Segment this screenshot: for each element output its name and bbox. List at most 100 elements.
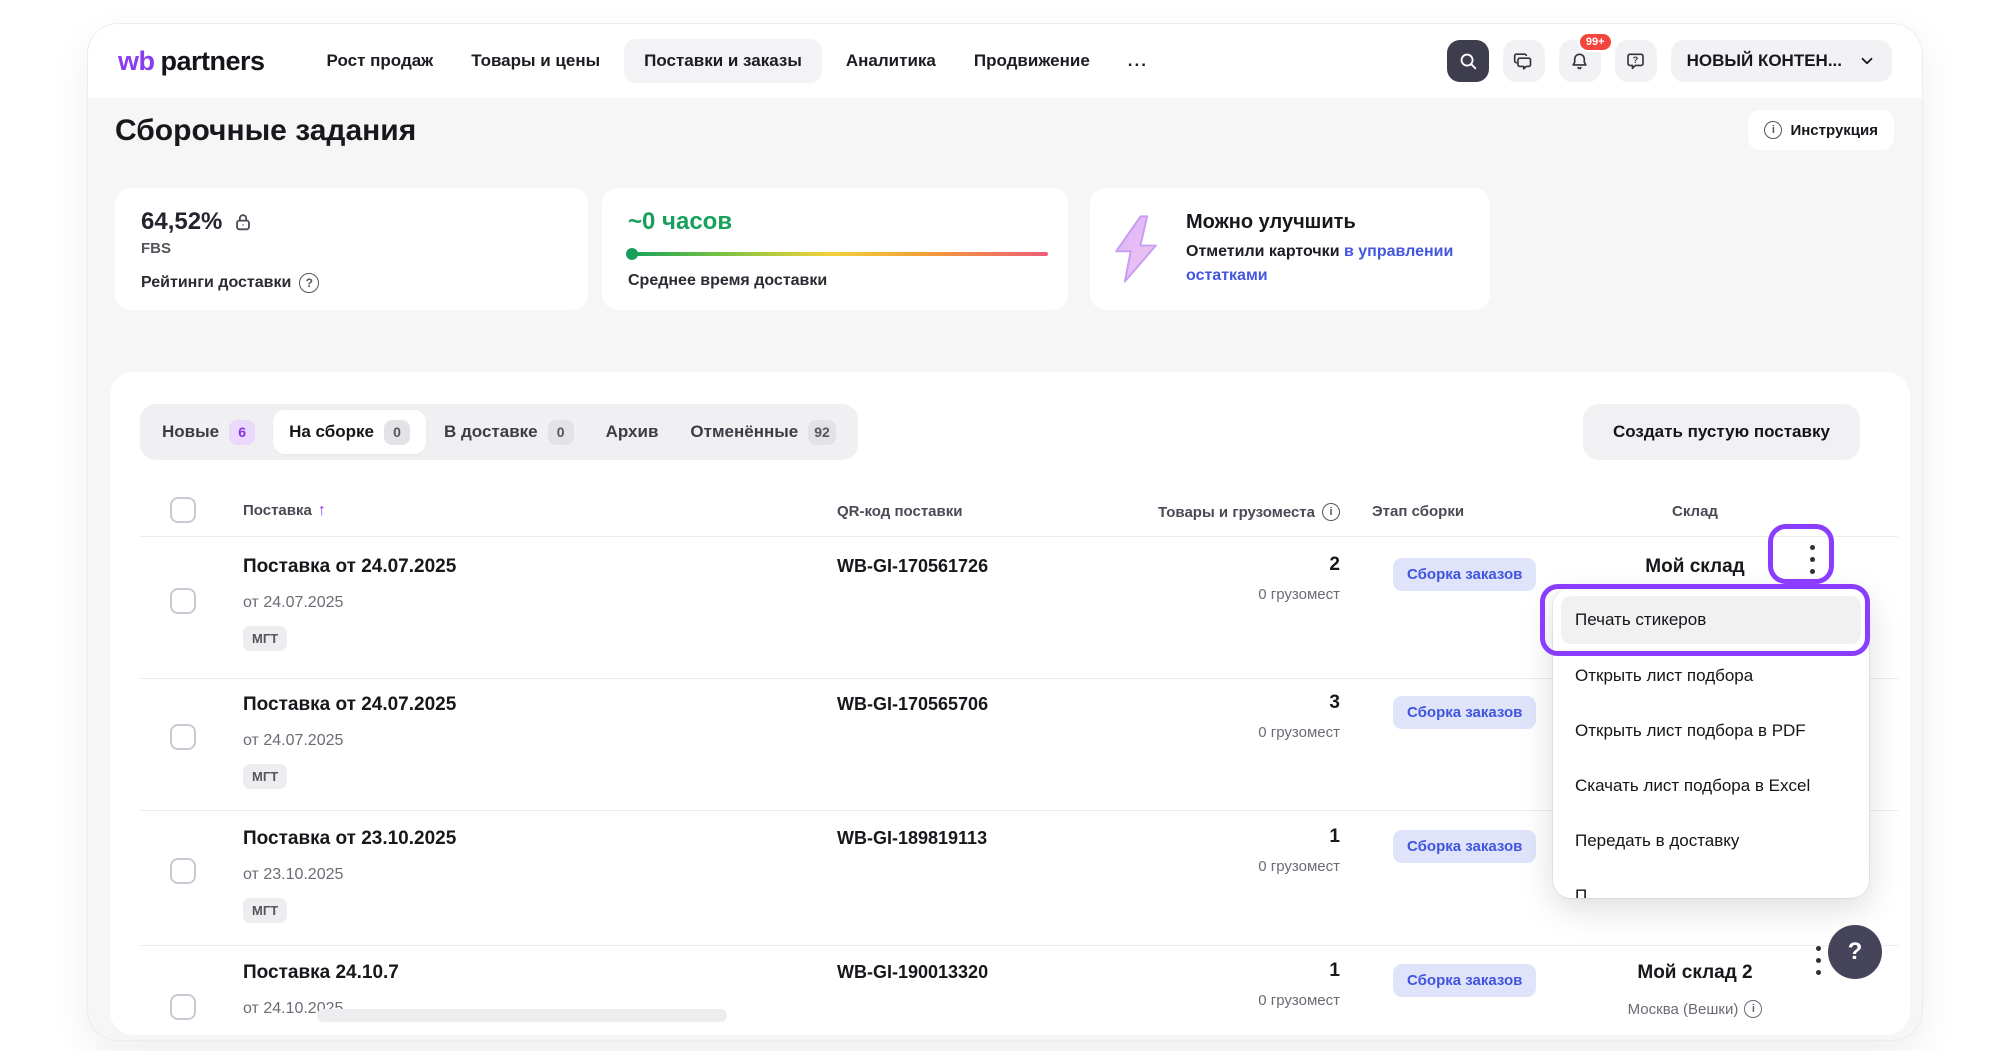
- delivery-time-label: Среднее время доставки: [628, 272, 1042, 290]
- chats-button[interactable]: [1503, 40, 1545, 82]
- improve-card: Можно улучшить Отметили карточки в управ…: [1090, 188, 1490, 310]
- tab-in-delivery-count: 0: [548, 420, 574, 445]
- delivery-time-gauge: [628, 252, 1048, 256]
- supply-tag-badge: МГТ: [243, 764, 287, 789]
- app-window: wb partners Рост продаж Товары и цены По…: [88, 24, 1922, 1040]
- question-circle-icon[interactable]: ?: [299, 273, 319, 293]
- goods-count: 2: [1150, 554, 1340, 576]
- instruction-button[interactable]: i Инструкция: [1748, 110, 1894, 150]
- wb-partners-logo[interactable]: wb partners: [118, 46, 265, 77]
- search-icon: [1457, 50, 1479, 72]
- nav-supplies-orders[interactable]: Поставки и заказы: [624, 39, 822, 83]
- menu-item-partial[interactable]: П: [1553, 868, 1869, 898]
- page-title: Сборочные задания: [115, 114, 416, 148]
- logo-wb: wb: [118, 46, 155, 77]
- tab-cancelled-count: 92: [808, 420, 836, 445]
- row-checkbox[interactable]: [170, 858, 196, 884]
- info-circle-icon: i: [1764, 121, 1782, 139]
- supply-tag-badge: МГТ: [243, 898, 287, 923]
- divider: [140, 945, 1898, 946]
- supply-qr-code: WB-GI-170561726: [837, 556, 988, 577]
- supply-qr-code: WB-GI-170565706: [837, 694, 988, 715]
- menu-item-download-pick-list-excel[interactable]: Скачать лист подбора в Excel: [1553, 758, 1869, 813]
- row-checkbox[interactable]: [170, 588, 196, 614]
- top-actions: 99+ ? НОВЫЙ КОНТЕН...: [1447, 40, 1892, 82]
- supply-actions-menu: Печать стикеров Открыть лист подбора Отк…: [1553, 588, 1869, 898]
- improve-title: Можно улучшить: [1186, 211, 1486, 234]
- supply-tag-badge: МГТ: [243, 626, 287, 651]
- tab-archive[interactable]: Архив: [590, 404, 675, 460]
- warehouse-name: Мой склад 2: [1575, 962, 1815, 984]
- improve-description: Отметили карточки в управлении остатками: [1186, 240, 1486, 286]
- nav-sales-growth[interactable]: Рост продаж: [313, 39, 448, 83]
- column-header-qr: QR-код поставки: [837, 503, 962, 520]
- goods-count: 1: [1150, 826, 1340, 848]
- nav-more[interactable]: ...: [1114, 39, 1162, 83]
- tab-archive-label: Архив: [606, 422, 659, 442]
- tab-new-label: Новые: [162, 422, 219, 442]
- rating-scheme: FBS: [141, 240, 562, 257]
- nav-analytics[interactable]: Аналитика: [832, 39, 950, 83]
- help-bubble-icon: ?: [1624, 50, 1647, 73]
- menu-item-transfer-to-delivery[interactable]: Передать в доставку: [1553, 813, 1869, 868]
- chevron-down-icon: [1858, 52, 1876, 70]
- supply-header-label: Поставка: [243, 502, 312, 519]
- info-circle-icon[interactable]: i: [1322, 503, 1340, 521]
- lightning-icon: [1108, 212, 1164, 286]
- warehouse-location: Москва (Вешки) i: [1555, 1000, 1835, 1018]
- nav-goods-prices[interactable]: Товары и цены: [457, 39, 614, 83]
- tab-assembling[interactable]: На сборке 0: [273, 410, 426, 454]
- row-checkbox[interactable]: [170, 724, 196, 750]
- rating-label: Рейтинги доставки: [141, 274, 291, 292]
- stage-badge: Сборка заказов: [1393, 830, 1536, 863]
- cargo-count: 0 грузомест: [1150, 724, 1340, 741]
- gauge-marker-dot: [626, 248, 638, 260]
- supply-qr-code: WB-GI-190013320: [837, 962, 988, 983]
- stage-badge: Сборка заказов: [1393, 964, 1536, 997]
- improve-texts: Можно улучшить Отметили карточки в управ…: [1186, 211, 1486, 286]
- row-actions-menu-button[interactable]: [1816, 946, 1821, 975]
- rating-value-row: 64,52%: [141, 208, 562, 236]
- tab-in-delivery[interactable]: В доставке 0: [428, 404, 590, 460]
- nav-promotion[interactable]: Продвижение: [960, 39, 1104, 83]
- delivery-time-value: ~0 часов: [628, 208, 1042, 236]
- cargo-count: 0 грузомест: [1150, 858, 1340, 875]
- delivery-rating-card: 64,52% FBS Рейтинги доставки ?: [115, 188, 588, 310]
- tab-cancelled-label: Отменённые: [690, 422, 798, 442]
- notifications-button[interactable]: 99+: [1559, 40, 1601, 82]
- divider: [140, 536, 1898, 537]
- supply-date: от 24.07.2025: [243, 732, 343, 750]
- menu-item-print-stickers[interactable]: Печать стикеров: [1561, 596, 1861, 644]
- support-button[interactable]: ?: [1615, 40, 1657, 82]
- row-actions-menu-button[interactable]: [1810, 545, 1815, 574]
- stage-badge: Сборка заказов: [1393, 558, 1536, 591]
- select-all-checkbox[interactable]: [170, 497, 196, 523]
- supply-title: Поставка от 24.07.2025: [243, 556, 456, 578]
- help-fab-button[interactable]: ?: [1828, 925, 1882, 979]
- rating-label-row: Рейтинги доставки ?: [141, 273, 562, 293]
- tab-in-delivery-label: В доставке: [444, 422, 538, 442]
- row-checkbox[interactable]: [170, 994, 196, 1020]
- tab-cancelled[interactable]: Отменённые 92: [674, 404, 851, 460]
- info-circle-icon[interactable]: i: [1744, 1000, 1762, 1018]
- chat-bubbles-icon: [1512, 50, 1535, 73]
- tab-assembling-count: 0: [384, 420, 410, 445]
- status-tabs: Новые 6 На сборке 0 В доставке 0 Архив О…: [140, 404, 858, 460]
- notification-count-badge: 99+: [1578, 32, 1613, 52]
- tab-new[interactable]: Новые 6: [146, 404, 271, 460]
- column-header-stage: Этап сборки: [1372, 503, 1464, 520]
- warehouse-name: Мой склад: [1575, 556, 1815, 578]
- top-bar: wb partners Рост продаж Товары и цены По…: [88, 24, 1922, 98]
- supply-title: Поставка 24.10.7: [243, 962, 399, 984]
- account-selector[interactable]: НОВЫЙ КОНТЕН...: [1671, 40, 1892, 82]
- menu-item-open-pick-list-pdf[interactable]: Открыть лист подбора в PDF: [1553, 703, 1869, 758]
- tab-assembling-label: На сборке: [289, 422, 374, 442]
- create-empty-supply-button[interactable]: Создать пустую поставку: [1583, 404, 1860, 460]
- tab-new-count: 6: [229, 420, 255, 445]
- supply-qr-code: WB-GI-189819113: [837, 828, 987, 849]
- column-header-supply[interactable]: Поставка↑: [243, 502, 326, 520]
- menu-item-open-pick-list[interactable]: Открыть лист подбора: [1553, 648, 1869, 703]
- cargo-count: 0 грузомест: [1150, 586, 1340, 603]
- search-button[interactable]: [1447, 40, 1489, 82]
- horizontal-scrollbar[interactable]: [317, 1009, 727, 1022]
